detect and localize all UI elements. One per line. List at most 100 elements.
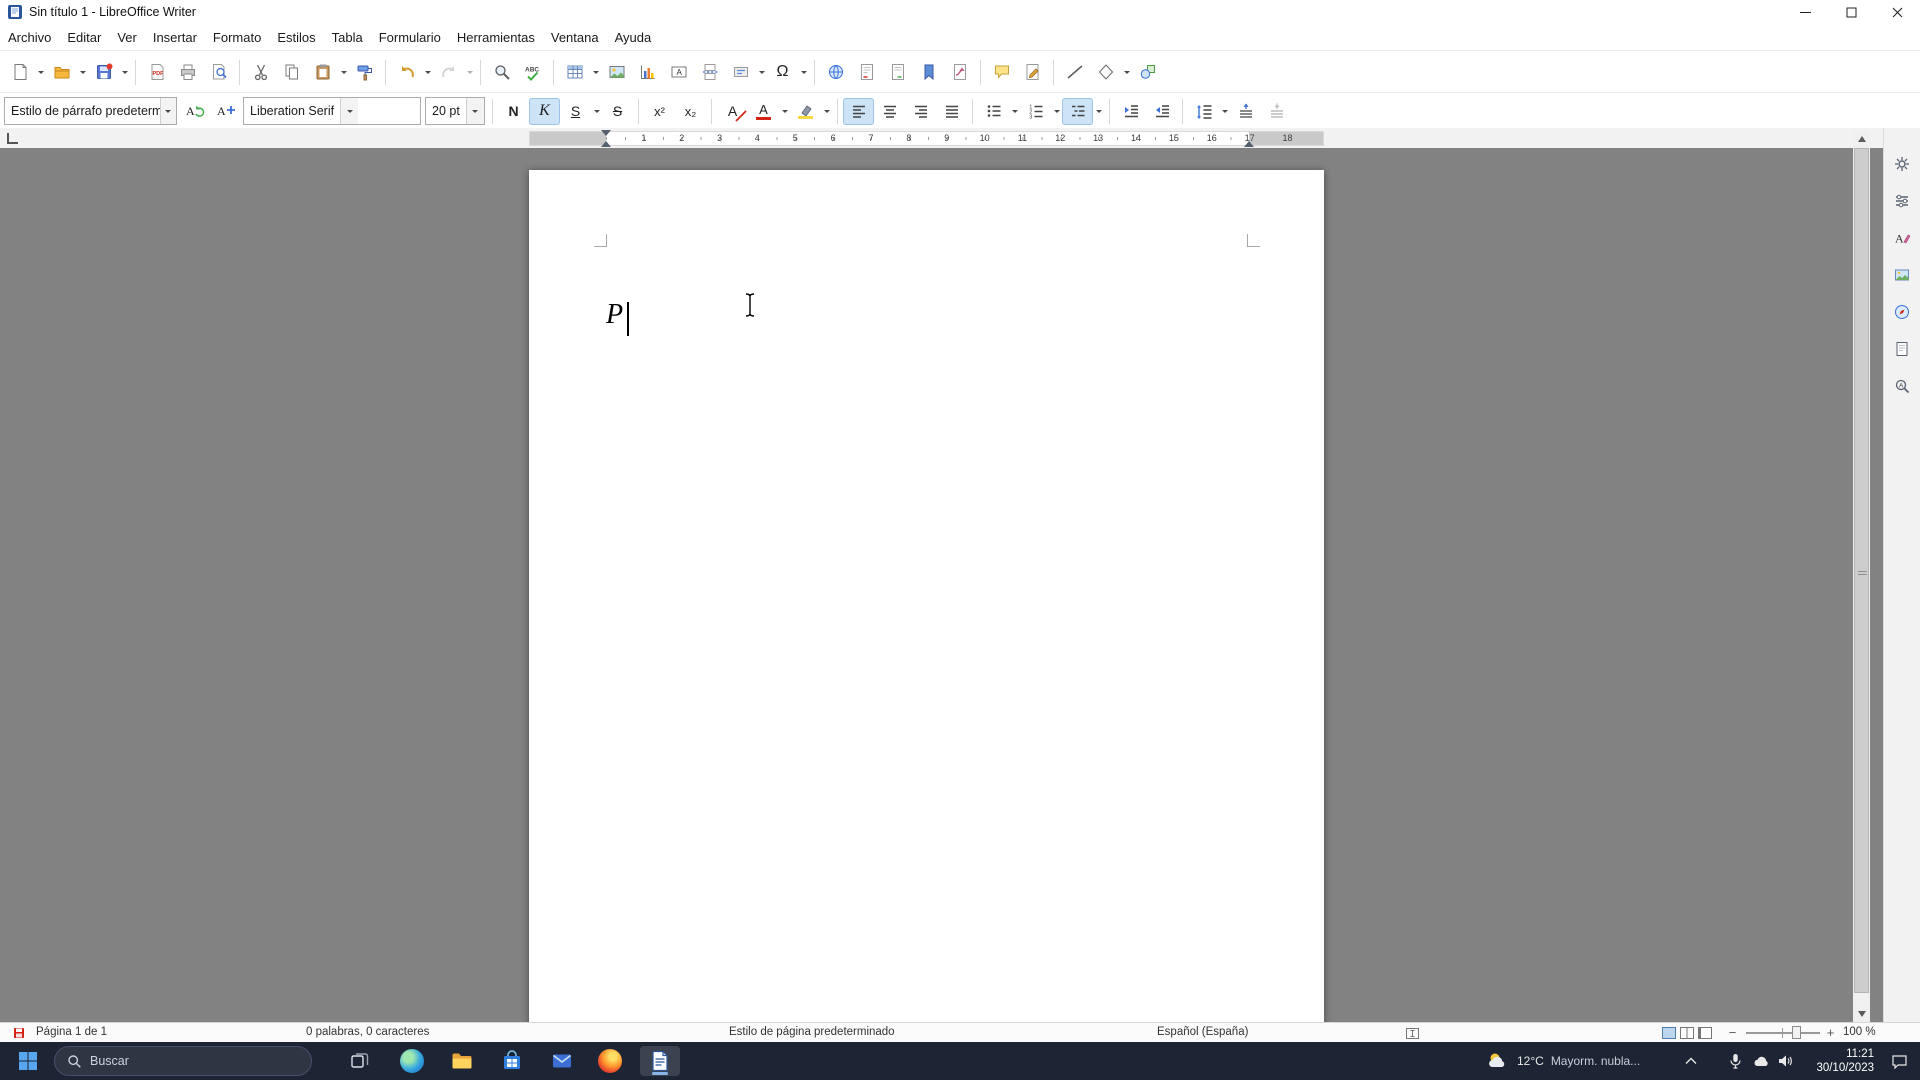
export-pdf-button[interactable]: PDF — [141, 57, 172, 87]
scrollbar-thumb[interactable] — [1854, 148, 1869, 993]
open-dropdown[interactable] — [77, 57, 88, 87]
zoom-in-button[interactable]: + — [1824, 1026, 1837, 1039]
writer-taskbar-icon[interactable] — [640, 1046, 680, 1076]
find-replace-button[interactable] — [486, 57, 517, 87]
insert-field-button[interactable] — [725, 57, 756, 87]
minimize-button[interactable] — [1782, 0, 1828, 24]
subscript-button[interactable]: x₂ — [675, 98, 706, 125]
increase-paragraph-spacing-button[interactable] — [1230, 98, 1261, 125]
book-view-button[interactable] — [1698, 1027, 1712, 1039]
italic-button[interactable]: K — [529, 97, 560, 125]
font-name-combo[interactable]: Liberation Serif — [243, 97, 421, 125]
new-document-dropdown[interactable] — [35, 57, 46, 87]
decrease-indent-button[interactable] — [1146, 98, 1177, 125]
insert-chart-button[interactable] — [632, 57, 663, 87]
edge-browser-icon[interactable] — [392, 1046, 432, 1076]
document-text[interactable]: P — [606, 298, 623, 332]
scroll-down-button[interactable] — [1853, 1006, 1870, 1022]
menu-archivo[interactable]: Archivo — [0, 27, 59, 48]
menu-ventana[interactable]: Ventana — [543, 27, 607, 48]
decrease-paragraph-spacing-button[interactable] — [1261, 98, 1292, 125]
start-button[interactable] — [8, 1046, 48, 1076]
undo-dropdown[interactable] — [422, 57, 433, 87]
first-line-indent-marker[interactable] — [601, 130, 611, 136]
align-center-button[interactable] — [874, 98, 905, 125]
undo-button[interactable] — [391, 57, 422, 87]
strikethrough-button[interactable]: S — [602, 98, 633, 125]
menu-ayuda[interactable]: Ayuda — [607, 27, 660, 48]
zoom-slider-track[interactable] — [1746, 1032, 1820, 1034]
volume-tray-icon[interactable] — [1774, 1046, 1796, 1076]
zoom-out-button[interactable]: − — [1726, 1026, 1739, 1039]
tab-stop-selector-icon[interactable] — [7, 133, 18, 144]
redo-button[interactable] — [433, 57, 464, 87]
menu-estilos[interactable]: Estilos — [269, 27, 323, 48]
titlebar[interactable]: Sin título 1 - LibreOffice Writer — [0, 0, 1920, 24]
insert-cross-reference-button[interactable] — [944, 57, 975, 87]
font-size-combo[interactable]: 20 pt — [425, 97, 485, 125]
left-indent-marker[interactable] — [601, 141, 611, 147]
new-document-button[interactable] — [4, 57, 35, 87]
superscript-button[interactable]: x² — [644, 98, 675, 125]
insert-footnote-button[interactable] — [851, 57, 882, 87]
mail-app-icon[interactable] — [542, 1046, 582, 1076]
line-spacing-dropdown[interactable] — [1219, 96, 1230, 126]
insert-comment-button[interactable] — [986, 57, 1017, 87]
statusbar-page-count[interactable]: Página 1 de 1 — [36, 1026, 107, 1038]
insert-table-dropdown[interactable] — [590, 57, 601, 87]
font-color-dropdown[interactable] — [779, 96, 790, 126]
close-button[interactable] — [1874, 0, 1920, 24]
scroll-up-button[interactable] — [1853, 131, 1870, 147]
insert-hyperlink-button[interactable] — [820, 57, 851, 87]
justify-button[interactable] — [936, 98, 967, 125]
clone-formatting-button[interactable] — [349, 57, 380, 87]
zoom-level[interactable]: 100 % — [1843, 1026, 1876, 1038]
basic-shapes-dropdown[interactable] — [1121, 57, 1132, 87]
insert-special-character-button[interactable]: Ω — [767, 57, 798, 87]
print-preview-button[interactable] — [203, 57, 234, 87]
paste-dropdown[interactable] — [338, 57, 349, 87]
insert-image-button[interactable] — [601, 57, 632, 87]
font-name-dropdown[interactable] — [340, 98, 359, 124]
redo-dropdown[interactable] — [464, 57, 475, 87]
insert-table-button[interactable] — [559, 57, 590, 87]
taskbar-search-box[interactable]: Buscar — [54, 1046, 312, 1076]
menu-editar[interactable]: Editar — [59, 27, 109, 48]
outline-list-dropdown[interactable] — [1093, 96, 1104, 126]
increase-indent-button[interactable] — [1115, 98, 1146, 125]
firefox-browser-icon[interactable] — [590, 1046, 630, 1076]
update-style-button[interactable]: A — [179, 98, 210, 125]
font-size-dropdown[interactable] — [465, 98, 484, 124]
cut-button[interactable] — [245, 57, 276, 87]
maximize-button[interactable] — [1828, 0, 1874, 24]
paragraph-style-dropdown[interactable] — [159, 98, 176, 124]
weather-widget[interactable]: 12°C Mayorm. nubla... — [1482, 1046, 1644, 1076]
align-left-button[interactable] — [843, 97, 874, 125]
menu-formulario[interactable]: Formulario — [371, 27, 449, 48]
insert-textbox-button[interactable]: A — [663, 57, 694, 87]
new-style-button[interactable]: A — [210, 98, 241, 125]
basic-shapes-button[interactable] — [1090, 57, 1121, 87]
spelling-button[interactable]: ABC — [517, 57, 548, 87]
zoom-slider-thumb[interactable] — [1792, 1026, 1801, 1039]
multi-page-view-button[interactable] — [1680, 1027, 1694, 1039]
clear-formatting-button[interactable]: A — [717, 98, 748, 125]
insert-endnote-button[interactable] — [882, 57, 913, 87]
menu-herramientas[interactable]: Herramientas — [449, 27, 543, 48]
sidebar-page-button[interactable] — [1888, 337, 1916, 361]
underline-dropdown[interactable] — [591, 96, 602, 126]
onedrive-tray-icon[interactable] — [1750, 1046, 1772, 1076]
microphone-tray-icon[interactable] — [1724, 1046, 1746, 1076]
copy-button[interactable] — [276, 57, 307, 87]
notification-center-button[interactable] — [1886, 1046, 1912, 1076]
taskbar-clock[interactable]: 11:21 30/10/2023 — [1816, 1046, 1874, 1076]
bold-button[interactable]: N — [498, 98, 529, 125]
save-dropdown[interactable] — [119, 57, 130, 87]
single-page-view-button[interactable] — [1662, 1027, 1676, 1039]
document-area[interactable]: P — [0, 148, 1883, 1022]
vertical-scrollbar[interactable] — [1853, 131, 1870, 1022]
paste-button[interactable] — [307, 57, 338, 87]
insert-special-character-dropdown[interactable] — [798, 57, 809, 87]
print-button[interactable] — [172, 57, 203, 87]
insert-pagebreak-button[interactable] — [694, 57, 725, 87]
